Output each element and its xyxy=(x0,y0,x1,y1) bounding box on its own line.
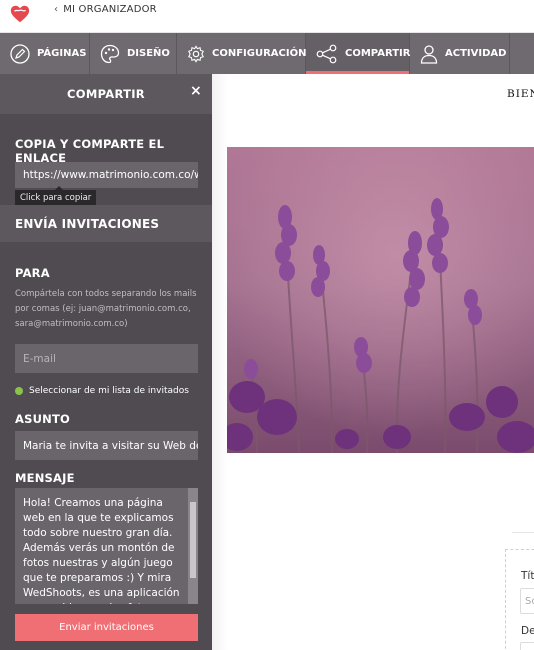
copy-link-label: COPIA Y COMPARTE EL ENLACE xyxy=(15,137,165,165)
message-textarea[interactable]: Hola! Creamos una página web en la que t… xyxy=(15,488,198,604)
top-bar: ‹ MI ORGANIZADOR xyxy=(0,0,534,33)
message-text: Hola! Creamos una página web en la que t… xyxy=(23,497,180,604)
to-help-text: Compártela con todos separando los mails… xyxy=(15,289,197,329)
preview-field-label-2: De xyxy=(521,625,534,637)
copy-tooltip: Click para copiar xyxy=(15,186,97,206)
sidebar-title: COMPARTIR xyxy=(67,87,145,101)
preview-input-1[interactable]: Sc xyxy=(520,588,534,614)
message-label: MENSAJE xyxy=(15,471,75,485)
share-sidebar: COMPARTIR × COPIA Y COMPARTE EL ENLACE h… xyxy=(0,74,212,650)
subject-field[interactable]: Maria te invita a visitar su Web de xyxy=(15,431,198,460)
website-preview: BIEN xyxy=(212,74,534,650)
sidebar-header: COMPARTIR × xyxy=(0,74,212,114)
nav-label: DISEÑO xyxy=(127,48,170,59)
main-nav: PÁGINAS DISEÑO CONFIGURACIÓN COMPARTIR A… xyxy=(0,33,534,74)
guest-list-label: Seleccionar de mi lista de invitados xyxy=(29,386,189,396)
palette-icon xyxy=(100,44,120,63)
nav-item-actividad[interactable]: ACTIVIDAD xyxy=(410,33,510,74)
nav-item-diseno[interactable]: DISEÑO xyxy=(90,33,177,74)
preview-input-2[interactable] xyxy=(520,642,534,650)
section-divider xyxy=(512,532,534,533)
close-icon[interactable]: × xyxy=(190,84,202,98)
heart-logo-icon[interactable] xyxy=(9,3,31,25)
app-root: ‹ MI ORGANIZADOR PÁGINAS DISEÑO CONFIGUR… xyxy=(0,0,534,650)
send-invitations-button[interactable]: Enviar invitaciones xyxy=(15,614,198,641)
guest-list-link[interactable]: Seleccionar de mi lista de invitados xyxy=(15,386,189,396)
sidebar-shadow xyxy=(212,74,228,650)
message-scrollbar[interactable] xyxy=(188,488,198,604)
back-label: MI ORGANIZADOR xyxy=(63,4,157,15)
share-icon xyxy=(316,44,337,63)
nav-label: PÁGINAS xyxy=(37,48,87,59)
invite-section-title: ENVÍA INVITACIONES xyxy=(0,205,212,242)
scrollbar-thumb[interactable] xyxy=(190,502,196,578)
user-icon xyxy=(420,44,438,64)
nav-label: ACTIVIDAD xyxy=(445,48,507,59)
email-field[interactable]: E-mail xyxy=(15,344,198,373)
lavender-hero-image xyxy=(227,147,534,453)
subject-label: ASUNTO xyxy=(15,412,70,426)
nav-label: COMPARTIR xyxy=(345,48,411,59)
nav-item-paginas[interactable]: PÁGINAS xyxy=(0,33,90,74)
to-label: PARA xyxy=(15,266,50,280)
nav-label: CONFIGURACIÓN xyxy=(212,48,307,59)
green-dot-icon xyxy=(15,387,23,395)
pencil-icon xyxy=(10,43,30,64)
preview-heading: BIEN xyxy=(507,88,534,100)
preview-field-label-1: Tít xyxy=(521,570,534,582)
chevron-left-icon: ‹ xyxy=(54,4,59,15)
share-link-field[interactable]: https://www.matrimonio.com.co/web xyxy=(15,162,198,188)
gear-icon xyxy=(188,44,204,63)
back-to-organizer-link[interactable]: ‹ MI ORGANIZADOR xyxy=(54,4,157,15)
nav-item-configuracion[interactable]: CONFIGURACIÓN xyxy=(177,33,306,74)
nav-item-compartir[interactable]: COMPARTIR xyxy=(306,33,410,74)
